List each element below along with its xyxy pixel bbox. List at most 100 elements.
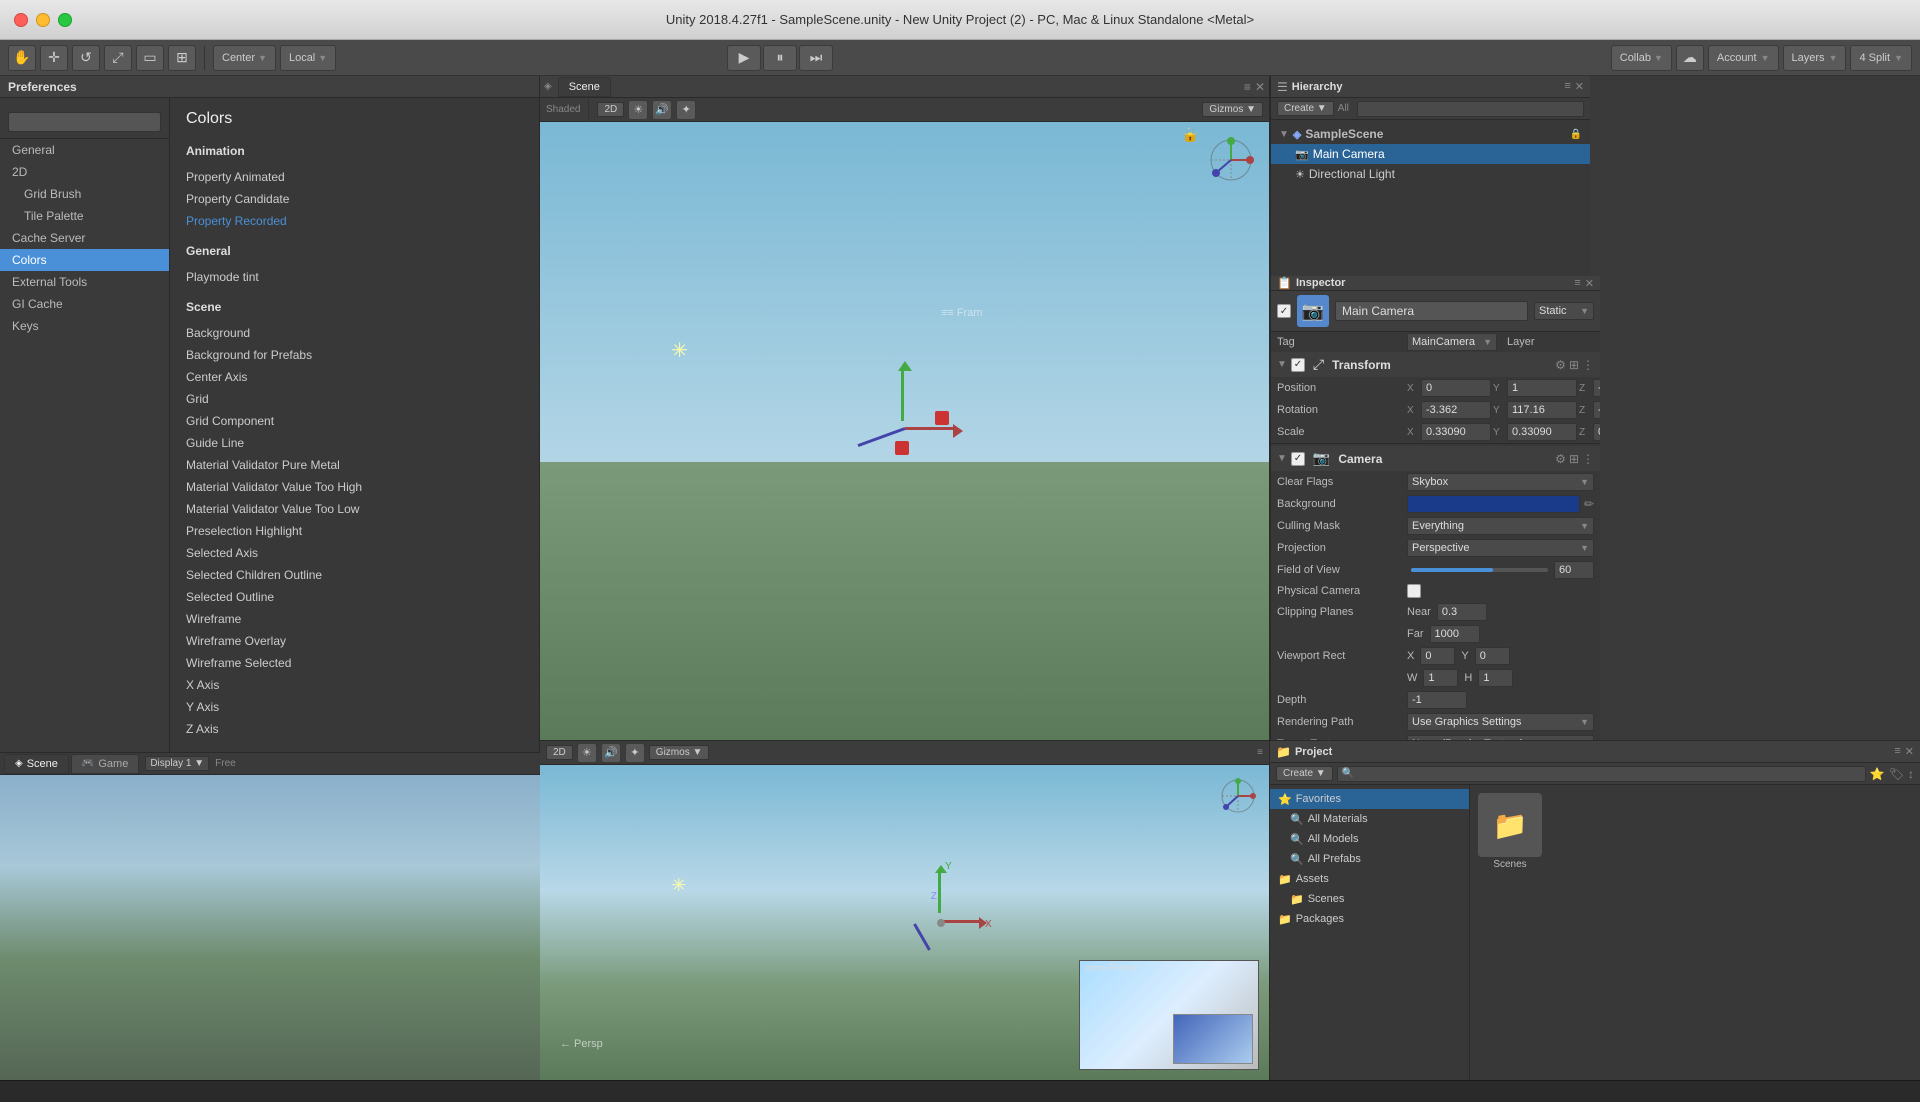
hierarchy-btn-1[interactable]: ≡ [1564, 80, 1570, 93]
hierarchy-btn-2[interactable]: ✕ [1575, 80, 1584, 93]
hierarchy-search[interactable] [1357, 101, 1584, 117]
pref-item-z-axis[interactable]: Z Axis [186, 718, 523, 740]
display-select[interactable]: Display 1 ▼ [145, 756, 209, 771]
center-button[interactable]: Center ▼ [213, 45, 276, 71]
hierarchy-create-btn[interactable]: Create ▼ [1277, 101, 1334, 116]
scene-tab[interactable]: Scene [558, 77, 611, 97]
pref-item-property-animated[interactable]: Property Animated [186, 166, 523, 188]
layers-dropdown[interactable]: Layers ▼ [1783, 45, 1847, 71]
split-dropdown[interactable]: 4 Split ▼ [1850, 45, 1912, 71]
hierarchy-search-input[interactable] [1358, 104, 1583, 117]
cloud-button[interactable]: ☁ [1676, 45, 1704, 71]
collab-button[interactable]: Collab ▼ [1611, 45, 1672, 71]
hierarchy-item-main-camera[interactable]: 📷 Main Camera [1271, 144, 1590, 164]
pref-item-y-axis[interactable]: Y Axis [186, 696, 523, 718]
2d-btn-top[interactable]: 2D [597, 102, 624, 117]
clear-flags-dropdown[interactable]: Skybox ▼ [1407, 473, 1594, 491]
pref-item-wireframe[interactable]: Wireframe [186, 608, 523, 630]
pref-item-material-too-high[interactable]: Material Validator Value Too High [186, 476, 523, 498]
move-tool-button[interactable]: ✛ [40, 45, 68, 71]
pref-item-property-recorded[interactable]: Property Recorded [186, 210, 523, 232]
pref-item-x-axis[interactable]: X Axis [186, 674, 523, 696]
transform-header[interactable]: ▼ ⤢ Transform ⚙ ⊞ ⋮ [1271, 352, 1600, 377]
project-all-prefabs[interactable]: 🔍 All Prefabs [1270, 849, 1469, 869]
camera-expand-icon[interactable]: ⊞ [1569, 452, 1579, 466]
pref-item-grid[interactable]: Grid [186, 388, 523, 410]
vp-w-field[interactable] [1423, 669, 1458, 687]
sidebar-item-external-tools[interactable]: External Tools [0, 271, 169, 293]
static-dropdown[interactable]: Static ▼ [1534, 302, 1594, 320]
pref-item-selected-axis[interactable]: Selected Axis [186, 542, 523, 564]
pref-item-background[interactable]: Background [186, 322, 523, 344]
gizmo-widget[interactable] [1201, 130, 1261, 190]
project-star-icon[interactable]: ⭐ [1870, 767, 1885, 781]
close-button[interactable] [14, 13, 28, 27]
background-color-swatch[interactable] [1407, 495, 1580, 513]
sidebar-item-tile-palette[interactable]: Tile Palette [0, 205, 169, 227]
tag-dropdown[interactable]: MainCamera ▼ [1407, 333, 1497, 351]
rotation-z-field[interactable] [1593, 401, 1600, 419]
rendering-path-dropdown[interactable]: Use Graphics Settings ▼ [1407, 713, 1594, 731]
local-button[interactable]: Local ▼ [280, 45, 336, 71]
scale-y-field[interactable] [1507, 423, 1577, 441]
transform-tool-button[interactable]: ⊞ [168, 45, 196, 71]
pref-item-selected-outline[interactable]: Selected Outline [186, 586, 523, 608]
step-button[interactable]: ⏭ [799, 45, 833, 71]
audio-btn[interactable]: 🔊 [652, 100, 672, 120]
pref-item-material-too-low[interactable]: Material Validator Value Too Low [186, 498, 523, 520]
vp-x-field[interactable] [1420, 647, 1455, 665]
physical-camera-checkbox[interactable] [1407, 584, 1421, 598]
position-x-field[interactable] [1421, 379, 1491, 397]
rotation-x-field[interactable] [1421, 401, 1491, 419]
maximize-button[interactable] [58, 13, 72, 27]
game-tab-bottom[interactable]: 🎮 Game [71, 754, 139, 774]
pref-item-grid-component[interactable]: Grid Component [186, 410, 523, 432]
transform-checkbox[interactable] [1291, 358, 1305, 372]
project-all-materials[interactable]: 🔍 All Materials [1270, 809, 1469, 829]
scene-panel-btn-1[interactable]: ≡ [1244, 80, 1251, 94]
sidebar-item-2d[interactable]: 2D [0, 161, 169, 183]
project-assets-header[interactable]: 📁 Assets [1270, 869, 1469, 889]
transform-more-icon[interactable]: ⋮ [1582, 358, 1594, 372]
sidebar-item-general[interactable]: General [0, 139, 169, 161]
sidebar-item-colors[interactable]: Colors [0, 249, 169, 271]
lock-icon[interactable]: 🔒 [1182, 126, 1199, 143]
project-btn-2[interactable]: ✕ [1905, 745, 1914, 758]
projection-dropdown[interactable]: Perspective ▼ [1407, 539, 1594, 557]
fx-btn[interactable]: ✦ [676, 100, 696, 120]
project-packages-item[interactable]: 📁 Packages [1270, 909, 1469, 929]
pref-item-wireframe-selected[interactable]: Wireframe Selected [186, 652, 523, 674]
pref-item-playmode-tint[interactable]: Playmode tint [186, 266, 523, 288]
sidebar-item-cache-server[interactable]: Cache Server [0, 227, 169, 249]
near-field[interactable] [1437, 603, 1487, 621]
sidebar-item-grid-brush[interactable]: Grid Brush [0, 183, 169, 205]
transform-expand-icon[interactable]: ⊞ [1569, 358, 1579, 372]
pause-button[interactable]: ⏸ [763, 45, 797, 71]
object-name-field[interactable] [1335, 301, 1528, 321]
transform-settings-icon[interactable]: ⚙ [1555, 358, 1566, 372]
fx-btn-b[interactable]: ✦ [625, 743, 645, 763]
scale-z-field[interactable] [1593, 423, 1600, 441]
pref-item-background-prefabs[interactable]: Background for Prefabs [186, 344, 523, 366]
scene-lock-icon[interactable]: 🔒 [1570, 129, 1582, 140]
gizmos-btn-top[interactable]: Gizmos ▼ [1202, 102, 1263, 117]
depth-field[interactable] [1407, 691, 1467, 709]
pref-search-input[interactable] [8, 112, 161, 132]
pref-item-selected-children-outline[interactable]: Selected Children Outline [186, 564, 523, 586]
hierarchy-item-directional-light[interactable]: ☀ Directional Light [1271, 164, 1590, 184]
2d-btn-bottom[interactable]: 2D [546, 745, 573, 760]
background-edit-icon[interactable]: ✏ [1584, 497, 1594, 511]
scene-tab-bottom[interactable]: ◈ Scene [4, 754, 69, 774]
camera-header[interactable]: ▼ 📷 Camera ⚙ ⊞ ⋮ [1271, 446, 1600, 471]
fov-field[interactable] [1554, 561, 1594, 579]
camera-settings-icon[interactable]: ⚙ [1555, 452, 1566, 466]
rotate-tool-button[interactable]: ↺ [72, 45, 100, 71]
minimize-button[interactable] [36, 13, 50, 27]
sidebar-item-gi-cache[interactable]: GI Cache [0, 293, 169, 315]
camera-enabled-checkbox[interactable] [1291, 452, 1305, 466]
project-search-input[interactable] [1354, 768, 1861, 779]
hierarchy-item-scene[interactable]: ▼ ◈ SampleScene 🔒 [1271, 124, 1590, 144]
pref-item-material-pure-metal[interactable]: Material Validator Pure Metal [186, 454, 523, 476]
camera-more-icon[interactable]: ⋮ [1582, 452, 1594, 466]
project-tag-icon[interactable]: 🏷 [1889, 767, 1904, 781]
